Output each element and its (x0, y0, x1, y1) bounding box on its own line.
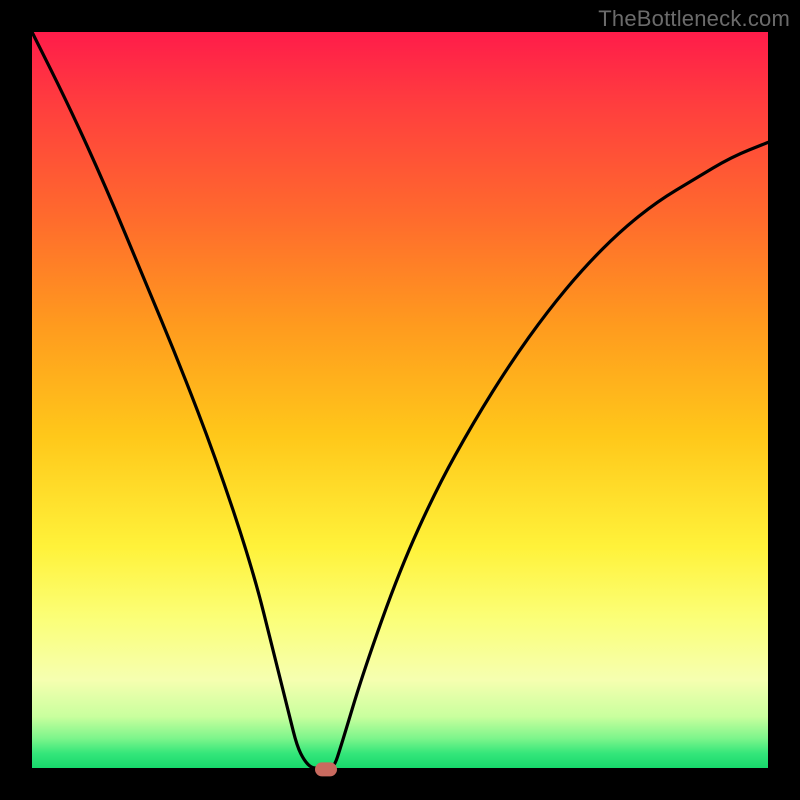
watermark-text: TheBottleneck.com (598, 6, 790, 32)
plot-area (32, 32, 768, 768)
bottleneck-curve (32, 32, 768, 768)
chart-frame: TheBottleneck.com (0, 0, 800, 800)
optimum-marker (315, 762, 337, 776)
